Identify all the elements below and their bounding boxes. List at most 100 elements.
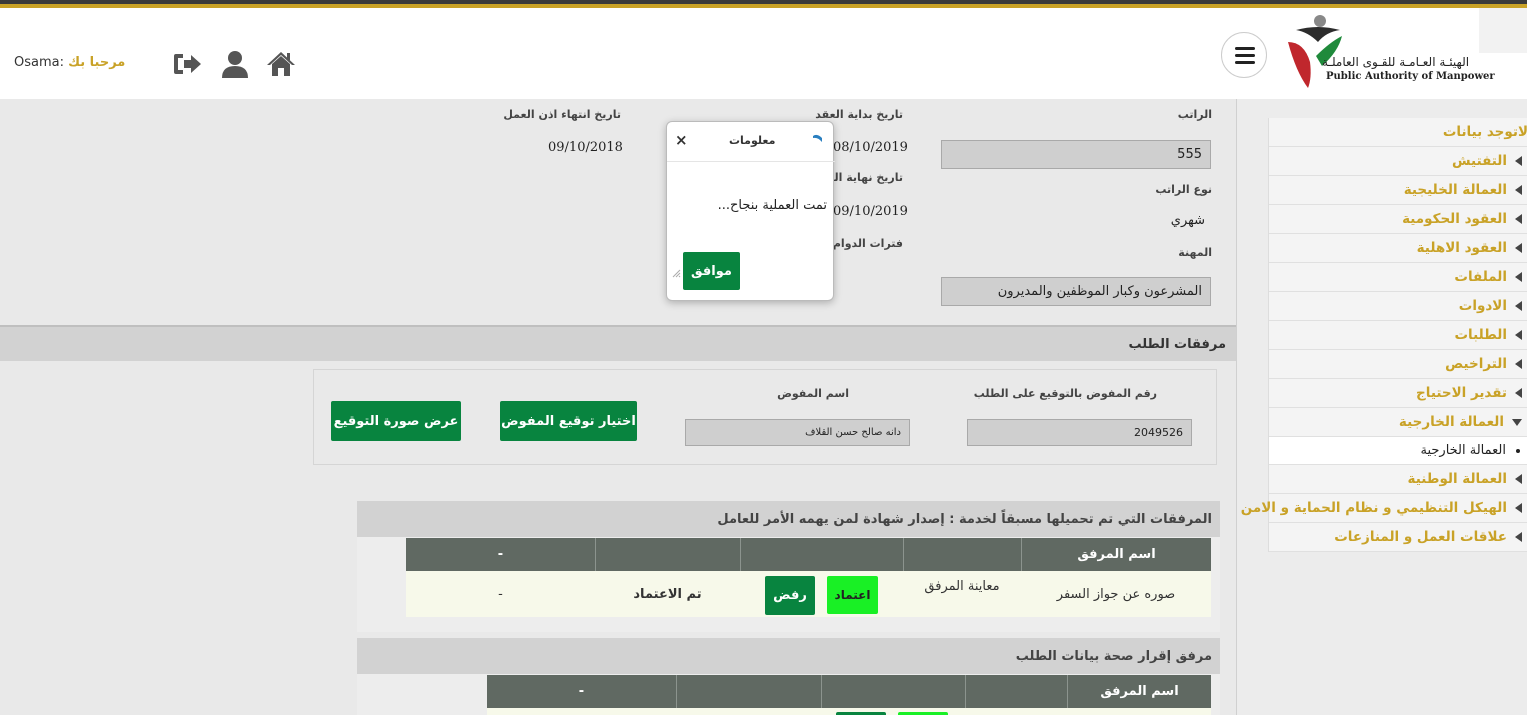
choose-signature-button[interactable]: اختيار توقيع المفوض [500, 401, 637, 441]
sidebar-item-label: العقود الاهلية [1416, 240, 1507, 256]
caret-left-icon [1515, 301, 1522, 311]
salary-field[interactable]: 555 [941, 140, 1211, 169]
sidebar-item-label: العقود الحكومية [1402, 211, 1507, 227]
home-icon[interactable] [265, 48, 297, 80]
caret-left-icon [1515, 156, 1522, 166]
column-header [740, 538, 903, 571]
sidebar-item-org-structure[interactable]: الهيكل التنظيمي و نظام الحماية و الامن [1241, 494, 1527, 523]
sidebar-item-label: الهيكل التنظيمي و نظام الحماية و الامن [1240, 500, 1507, 516]
dialog-titlebar: × معلومات [667, 122, 835, 162]
sidebar-item-label: العمالة الخليجية [1403, 182, 1507, 198]
greeting: Osama: مرحبا بك [14, 55, 125, 70]
greeting-user: Osama: [14, 55, 64, 70]
contract-end-value: 09/10/2019 [833, 204, 908, 219]
sidebar-item-label: الطلبات [1454, 327, 1507, 343]
contract-start-label: تاريخ بداية العقد [815, 108, 903, 121]
sidebar-item-gulf-labor[interactable]: العمالة الخليجية [1269, 176, 1527, 205]
contract-start-value: 08/10/2019 [833, 140, 908, 155]
authorized-name-field[interactable]: دانه صالح حسن القلاف [685, 419, 910, 446]
sidebar-item-government-contracts[interactable]: العقود الحكومية [1269, 205, 1527, 234]
sidebar-item-label: الادوات [1458, 298, 1507, 314]
ok-button[interactable]: موافق [683, 252, 740, 290]
sidebar-item-labor-relations[interactable]: علاقات العمل و المنازعات [1269, 523, 1527, 552]
sidebar-item-label: العمالة الخارجية [1398, 414, 1504, 430]
header-corner [1479, 8, 1527, 53]
caret-left-icon [1515, 272, 1522, 282]
caret-left-icon [1515, 503, 1522, 513]
caret-left-icon [1515, 474, 1522, 484]
declaration-attachment-title: مرفق إقرار صحة بيانات الطلب [357, 638, 1220, 674]
row-last-cell: - [498, 586, 503, 602]
authorized-number-field[interactable]: 2049526 [967, 419, 1192, 446]
menu-toggle-button[interactable] [1221, 32, 1267, 78]
column-header [595, 538, 740, 571]
logout-icon[interactable] [171, 48, 203, 80]
approval-status: تم الاعتماد [633, 586, 702, 602]
salary-type-value: شهري [1170, 213, 1205, 228]
sidebar-item-label: العمالة الخارجية [1420, 443, 1506, 458]
shifts-label: فترات الدوام [832, 237, 903, 250]
sidebar-item-needs-assessment[interactable]: تقدير الاحتياج [1269, 379, 1527, 408]
logo-text-english: Public Authority of Manpower [1326, 71, 1495, 82]
attachments-section-header: مرفقات الطلب [0, 325, 1236, 361]
column-header-attachment-name: اسم المرفق [1021, 538, 1211, 571]
sidebar-item-label: الملفات [1454, 269, 1507, 285]
user-icon[interactable] [219, 48, 251, 80]
salary-label: الراتب [1177, 108, 1212, 121]
bullet-icon [1516, 448, 1520, 453]
logo-text-arabic: الهيئـة العـامـة للقـوى العاملـة [1322, 55, 1470, 69]
hamburger-line [1235, 61, 1255, 64]
caret-left-icon [1515, 330, 1522, 340]
preview-attachment-link[interactable]: معاينة المرفق [903, 571, 1021, 617]
authorized-name-label: اسم المفوض [777, 387, 849, 400]
resize-handle-icon[interactable] [672, 269, 681, 278]
uploaded-attachments-title: المرفقات التي تم تحميلها مسبقاً لخدمة : … [357, 501, 1220, 537]
approve-button[interactable]: اعتماد [827, 576, 878, 614]
sidebar-item-requests[interactable]: الطلبات [1269, 321, 1527, 350]
caret-left-icon [1515, 185, 1522, 195]
close-icon[interactable]: × [675, 131, 688, 149]
salary-type-label: نوع الراتب [1155, 183, 1212, 196]
authorized-number-label: رقم المفوض بالتوقيع على الطلب [973, 387, 1157, 400]
column-header [821, 675, 965, 708]
sidebar-menu: لاتوجد بيانات التفتيش العمالة الخليجية ا… [1241, 118, 1527, 552]
hamburger-line [1235, 47, 1255, 50]
caret-left-icon [1515, 388, 1522, 398]
caret-down-icon [1512, 418, 1522, 426]
column-header: - [578, 684, 585, 699]
dialog-title: معلومات [729, 134, 776, 147]
sidebar-item-files[interactable]: الملفات [1269, 263, 1527, 292]
sidebar-item-national-labor[interactable]: العمالة الوطنية [1269, 465, 1527, 494]
sidebar-item-licenses[interactable]: التراخيص [1269, 350, 1527, 379]
sidebar-item-label: التراخيص [1445, 356, 1507, 372]
caret-left-icon [1515, 214, 1522, 224]
column-header [903, 538, 1021, 571]
column-header-attachment-name: اسم المرفق [1067, 675, 1211, 708]
sidebar-item-label: لاتوجد بيانات [1442, 124, 1527, 140]
hamburger-line [1235, 54, 1255, 57]
caret-left-icon [1515, 532, 1522, 542]
uploaded-table-header: اسم المرفق - [406, 538, 1211, 571]
caret-left-icon [1515, 359, 1522, 369]
sidebar-item-foreign-labor[interactable]: العمالة الخارجية [1269, 408, 1527, 437]
dialog-message: تمت العملية بنجاح... [717, 198, 827, 213]
info-dialog: × معلومات تمت العملية بنجاح... موافق [666, 121, 835, 301]
sidebar-item-label: تقدير الاحتياج [1416, 385, 1507, 401]
sidebar: لاتوجد بيانات التفتيش العمالة الخليجية ا… [1236, 99, 1527, 715]
sidebar-item-private-contracts[interactable]: العقود الاهلية [1269, 234, 1527, 263]
sidebar-item-label: علاقات العمل و المنازعات [1334, 529, 1507, 545]
declaration-table-header: اسم المرفق - [487, 675, 1211, 708]
greeting-hello: مرحبا بك [68, 55, 126, 70]
profession-field[interactable]: المشرعون وكبار الموظفين والمديرون [941, 277, 1211, 306]
sidebar-subitem-foreign-labor[interactable]: العمالة الخارجية [1269, 437, 1527, 465]
sidebar-item-label: العمالة الوطنية [1407, 471, 1507, 487]
sidebar-item-inspection[interactable]: التفتيش [1269, 147, 1527, 176]
profession-label: المهنة [1178, 246, 1212, 259]
reject-button[interactable]: رفض [765, 576, 815, 615]
sidebar-item-label: التفتيش [1451, 153, 1507, 169]
view-signature-button[interactable]: عرض صورة التوقيع [331, 401, 461, 441]
sidebar-item-tools[interactable]: الادوات [1269, 292, 1527, 321]
column-header [965, 675, 1067, 708]
sidebar-item-no-data: لاتوجد بيانات [1269, 118, 1527, 147]
permit-end-label: تاريخ انتهاء اذن العمل [503, 108, 621, 121]
